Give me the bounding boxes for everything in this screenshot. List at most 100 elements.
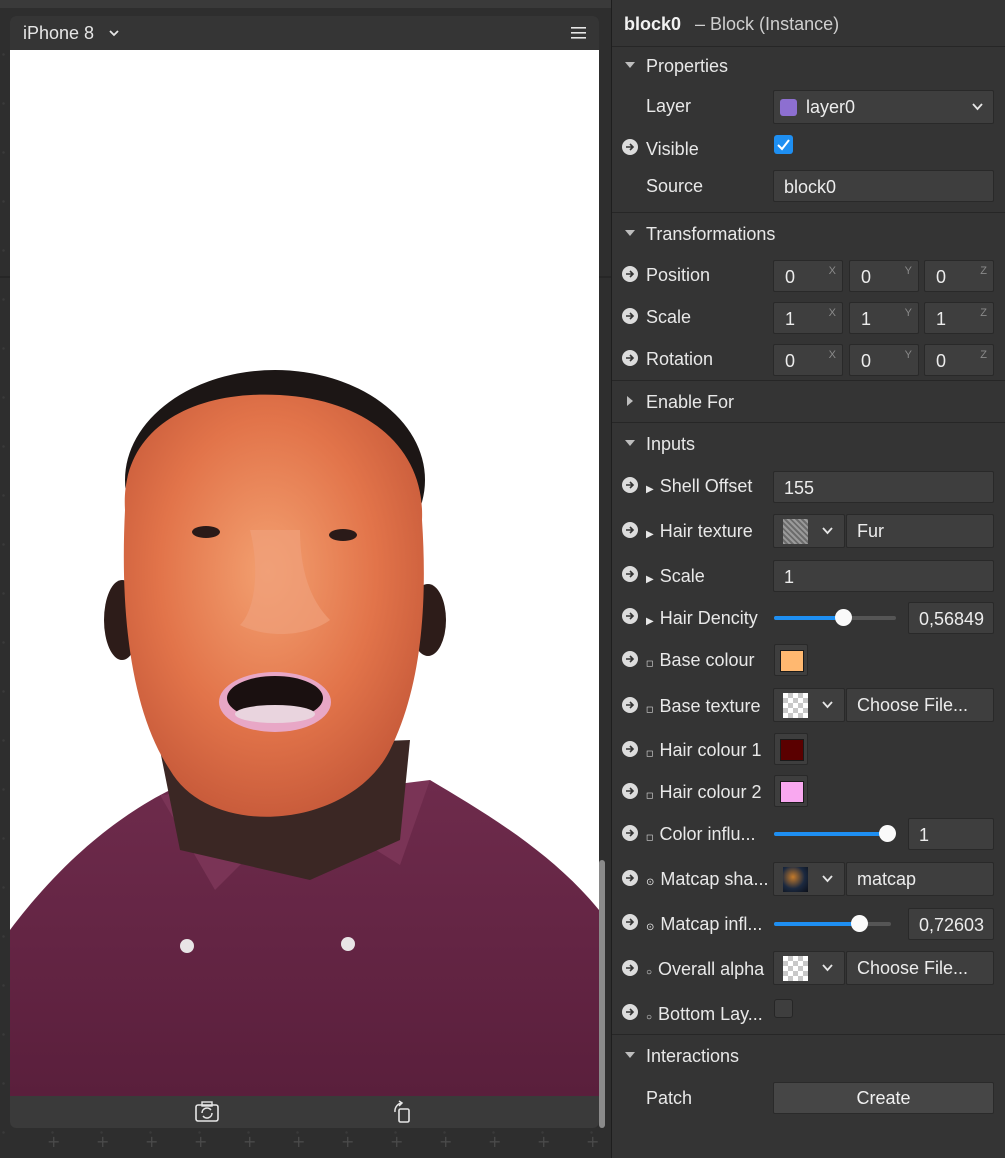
grid-marker: + [537,1132,551,1151]
patch-arrow-icon[interactable] [622,741,638,757]
patch-arrow-icon[interactable] [622,139,638,155]
patch-arrow-icon[interactable] [622,783,638,799]
patch-arrow-icon[interactable] [622,697,638,713]
position-x-field[interactable]: 0X [773,260,843,292]
position-y-field[interactable]: 0Y [849,260,919,292]
menu-icon[interactable] [571,27,586,39]
square-icon: ◻ [646,748,654,758]
section-interactions[interactable]: Interactions [612,1036,1005,1076]
color-influ-slider[interactable] [774,825,896,842]
base-texture-label: ◻ Base texture [646,696,761,716]
slider-knob[interactable] [851,915,868,932]
color-swatch [780,650,804,672]
section-transformations[interactable]: Transformations [612,214,1005,254]
scale-row: Scale 1X 1Y 1Z [612,298,1005,338]
scale-x-field[interactable]: 1X [773,302,843,334]
value: 0 [861,351,872,371]
chevron-down-icon [822,701,833,709]
create-patch-button[interactable]: Create [773,1082,994,1114]
flip-camera-icon[interactable] [194,1100,220,1124]
source-field[interactable]: block0 [773,170,994,202]
chevron-down-icon [822,875,833,883]
section-title: Enable For [646,392,735,412]
rotation-x-field[interactable]: 0X [773,344,843,376]
overall-alpha-choose-file[interactable]: Choose File... [846,951,994,985]
grid-marker: + [243,1132,257,1151]
square-icon: ◻ [646,704,654,714]
hair-texture-label: ▶ Hair texture [646,521,753,541]
patch-arrow-icon[interactable] [622,1004,638,1020]
scale-z-field[interactable]: 1Z [924,302,994,334]
patch-arrow-icon[interactable] [622,522,638,538]
patch-arrow-icon[interactable] [622,651,638,667]
patch-arrow-icon[interactable] [622,266,638,282]
patch-arrow-icon[interactable] [622,960,638,976]
patch-arrow-icon[interactable] [622,566,638,582]
axis-label: Y [904,349,912,361]
matcap-shader-name[interactable]: matcap [846,862,994,896]
matcap-influence-label: ⊙ Matcap infl... [646,914,763,934]
triangle-down-icon [625,1052,635,1058]
empty-texture-thumbnail [783,693,808,718]
grid-marker: + [145,1132,159,1151]
patch-arrow-icon[interactable] [622,825,638,841]
patch-arrow-icon[interactable] [622,477,638,493]
hair-texture-picker[interactable] [773,514,845,548]
patch-arrow-icon[interactable] [622,308,638,324]
patch-arrow-icon[interactable] [622,870,638,886]
patch-arrow-icon[interactable] [622,350,638,366]
layer-value: layer0 [806,97,856,117]
input-scale-field[interactable]: 1 [773,560,994,592]
hair-texture-row: ▶ Hair texture Fur [612,511,1005,551]
matcap-influence-slider[interactable] [774,915,891,932]
value: 0 [936,267,947,287]
hair-texture-name[interactable]: Fur [846,514,994,548]
hair-colour1-picker[interactable] [774,733,808,765]
rotation-y-field[interactable]: 0Y [849,344,919,376]
slider-knob[interactable] [835,609,852,626]
bottom-layer-checkbox[interactable] [774,999,793,1018]
scale-y-field[interactable]: 1Y [849,302,919,334]
slider-fill [774,616,843,620]
square-icon: ◻ [646,832,654,842]
camera-preview [10,50,599,1096]
matcap-influence-row: ⊙ Matcap infl... 0,72603 [612,904,1005,944]
chevron-down-icon[interactable] [109,28,119,38]
hair-dencity-slider[interactable] [774,609,896,626]
overall-alpha-picker[interactable] [773,951,845,985]
position-z-field[interactable]: 0Z [924,260,994,292]
base-texture-picker[interactable] [773,688,845,722]
divider [612,1034,1005,1035]
base-colour-label: ◻ Base colour [646,650,755,670]
matcap-shader-picker[interactable] [773,862,845,896]
visible-label: Visible [646,139,699,159]
object-name: block0 [624,14,682,34]
hair-dencity-row: ▶ Hair Dencity 0,56849 [612,599,1005,639]
base-texture-choose-file[interactable]: Choose File... [846,688,994,722]
matcap-influence-field[interactable]: 0,72603 [908,908,994,940]
rotation-z-field[interactable]: 0Z [924,344,994,376]
shell-offset-field[interactable]: 155 [773,471,994,503]
color-influ-field[interactable]: 1 [908,818,994,850]
grid-marker: + [390,1132,404,1151]
section-enable-for[interactable]: Enable For [612,382,1005,422]
hair-dencity-field[interactable]: 0,56849 [908,602,994,634]
divider [612,380,1005,381]
patch-row: Patch Create [612,1080,1005,1120]
slider-knob[interactable] [879,825,896,842]
viewport-scrollbar[interactable] [599,860,605,1128]
device-name[interactable]: iPhone 8 [23,23,94,44]
patch-arrow-icon[interactable] [622,914,638,930]
base-colour-picker[interactable] [774,644,808,676]
visible-checkbox[interactable] [774,135,793,154]
axis-label: Z [980,349,987,361]
base-texture-row: ◻ Base texture Choose File... [612,686,1005,726]
hair-colour2-picker[interactable] [774,775,808,807]
section-title: Inputs [646,434,696,454]
rotate-device-icon[interactable] [392,1100,414,1124]
section-inputs[interactable]: Inputs [612,424,1005,464]
section-properties[interactable]: Properties [612,46,1005,86]
layer-dropdown[interactable]: layer0 [773,90,994,124]
patch-arrow-icon[interactable] [622,608,638,624]
axis-label: Z [980,265,987,277]
